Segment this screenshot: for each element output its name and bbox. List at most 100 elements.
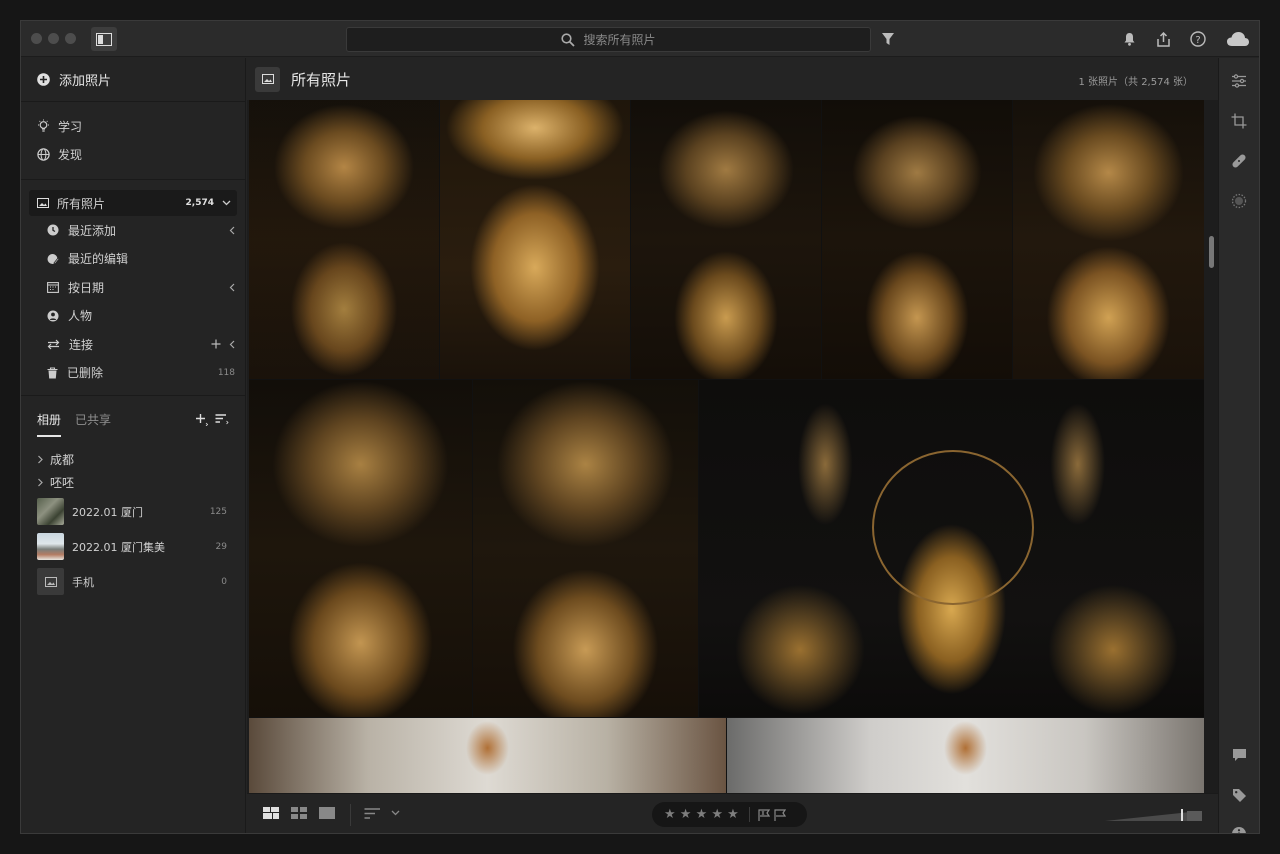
album-item[interactable]: 手机 0 xyxy=(21,564,245,599)
square-grid-icon xyxy=(291,807,307,819)
globe-icon xyxy=(37,148,50,161)
sort-dropdown[interactable] xyxy=(391,810,400,816)
sidebar-toggle-button[interactable] xyxy=(91,27,117,51)
chevron-right-icon[interactable] xyxy=(37,455,44,464)
thumbnail-size-slider[interactable] xyxy=(1105,809,1202,824)
size-slider-icon xyxy=(1105,809,1202,821)
main-header: 所有照片 1 张照片（共 2,574 张） xyxy=(247,58,1219,100)
close-window-button[interactable] xyxy=(31,33,42,44)
folder-label: 成都 xyxy=(50,453,75,467)
healing-button[interactable] xyxy=(1229,151,1249,171)
photo-thumbnail[interactable] xyxy=(822,100,1012,379)
help-icon: ? xyxy=(1190,31,1206,47)
album-item[interactable]: 2022.01 厦门 125 xyxy=(21,494,245,529)
nav-deleted[interactable]: 已删除 118 xyxy=(21,359,245,388)
title-bar: 搜索所有照片 ? xyxy=(21,21,1259,57)
single-view-button[interactable] xyxy=(319,807,335,819)
tag-icon xyxy=(1232,788,1246,802)
chevron-down-icon xyxy=(391,810,400,816)
nav-connections[interactable]: 连接 xyxy=(21,330,245,359)
folder-item[interactable]: 呸呸 xyxy=(21,471,245,494)
calendar-icon xyxy=(47,282,59,294)
photo-icon xyxy=(44,576,57,587)
photo-thumbnail[interactable] xyxy=(249,718,726,793)
deleted-count: 118 xyxy=(217,367,235,378)
bottom-toolbar: ★ ★ ★ ★ ★ xyxy=(247,793,1219,833)
photo-thumbnail[interactable] xyxy=(699,380,1204,717)
photo-thumbnail[interactable] xyxy=(440,100,630,379)
photo-thumbnail[interactable] xyxy=(1013,100,1204,379)
album-label: 2022.01 厦门集美 xyxy=(72,540,165,554)
filter-button[interactable] xyxy=(878,29,898,49)
album-label: 手机 xyxy=(72,575,94,589)
grid-view-button[interactable] xyxy=(263,807,279,819)
lightbulb-icon xyxy=(38,119,49,132)
clock-icon xyxy=(47,224,59,236)
info-button[interactable] xyxy=(1229,824,1249,833)
album-count: 0 xyxy=(221,576,227,587)
nav-recently-added[interactable]: 最近添加 xyxy=(21,216,245,245)
info-icon xyxy=(1232,827,1246,833)
photo-thumbnail[interactable] xyxy=(249,100,439,379)
albums-tabs: 相册 已共享 xyxy=(21,402,245,437)
nav-recently-added-label: 最近添加 xyxy=(68,223,117,238)
crop-button[interactable] xyxy=(1229,111,1249,131)
help-button[interactable]: ? xyxy=(1188,29,1208,49)
photo-thumbnail[interactable] xyxy=(727,718,1204,793)
album-item[interactable]: 2022.01 厦门集美 29 xyxy=(21,529,245,564)
chevron-down-icon[interactable] xyxy=(222,200,231,206)
minimize-window-button[interactable] xyxy=(48,33,59,44)
zoom-window-button[interactable] xyxy=(65,33,76,44)
photo-thumbnail[interactable] xyxy=(631,100,821,379)
person-icon xyxy=(47,310,59,322)
search-input[interactable]: 搜索所有照片 xyxy=(346,27,871,52)
plus-icon xyxy=(196,414,209,427)
nav-people[interactable]: 人物 xyxy=(21,302,245,331)
tab-albums[interactable]: 相册 xyxy=(37,411,62,437)
nav-all-photos[interactable]: 所有照片 2,574 xyxy=(29,190,237,216)
masking-button[interactable] xyxy=(1229,191,1249,211)
comments-button[interactable] xyxy=(1229,745,1249,765)
plus-icon[interactable] xyxy=(211,339,221,349)
single-view-icon xyxy=(319,807,335,819)
rating-filter[interactable]: ★ ★ ★ ★ ★ xyxy=(652,802,807,827)
keywords-button[interactable] xyxy=(1229,785,1249,805)
tab-shared[interactable]: 已共享 xyxy=(75,411,111,428)
chevron-left-icon[interactable] xyxy=(229,340,235,349)
nav-recent-edits[interactable]: 最近的编辑 xyxy=(21,245,245,274)
reject-flag-icon[interactable] xyxy=(774,808,786,821)
healing-icon xyxy=(1232,154,1246,168)
share-button[interactable] xyxy=(1153,29,1173,49)
photo-thumbnail[interactable] xyxy=(473,380,698,717)
photo-grid xyxy=(249,100,1204,793)
notifications-button[interactable] xyxy=(1119,29,1139,49)
add-album-button[interactable] xyxy=(195,413,209,429)
cloud-sync-button[interactable] xyxy=(1225,29,1251,49)
plus-circle-icon xyxy=(37,73,50,86)
nav-by-date-label: 按日期 xyxy=(68,280,105,295)
sort-button[interactable] xyxy=(364,807,381,820)
sort-albums-button[interactable] xyxy=(215,413,229,429)
right-toolbar xyxy=(1218,58,1259,833)
folder-item[interactable]: 成都 xyxy=(21,448,245,471)
scroll-thumb[interactable] xyxy=(1209,236,1214,268)
add-photos-label: 添加照片 xyxy=(59,74,112,89)
edit-button[interactable] xyxy=(1229,71,1249,91)
square-grid-button[interactable] xyxy=(291,807,307,819)
add-photos-button[interactable]: 添加照片 xyxy=(21,58,245,102)
flag-icon[interactable] xyxy=(758,808,770,821)
masking-icon xyxy=(1231,193,1247,209)
photo-icon xyxy=(261,74,274,84)
photo-thumbnail[interactable] xyxy=(249,380,472,717)
chevron-right-icon[interactable] xyxy=(37,478,44,487)
view-icon-button[interactable] xyxy=(255,66,280,92)
chevron-left-icon[interactable] xyxy=(229,283,235,292)
nav-by-date[interactable]: 按日期 xyxy=(21,273,245,302)
grid-scrollbar[interactable] xyxy=(1207,100,1215,793)
nav-learn[interactable]: 学习 xyxy=(21,112,245,141)
main-content: 所有照片 1 张照片（共 2,574 张） ★ ★ ★ ★ ★ xyxy=(247,58,1219,833)
star-rating[interactable]: ★ ★ ★ ★ ★ xyxy=(664,807,739,822)
nav-discover[interactable]: 发现 xyxy=(21,141,245,170)
chevron-left-icon[interactable] xyxy=(229,226,235,235)
filter-icon xyxy=(882,33,894,45)
